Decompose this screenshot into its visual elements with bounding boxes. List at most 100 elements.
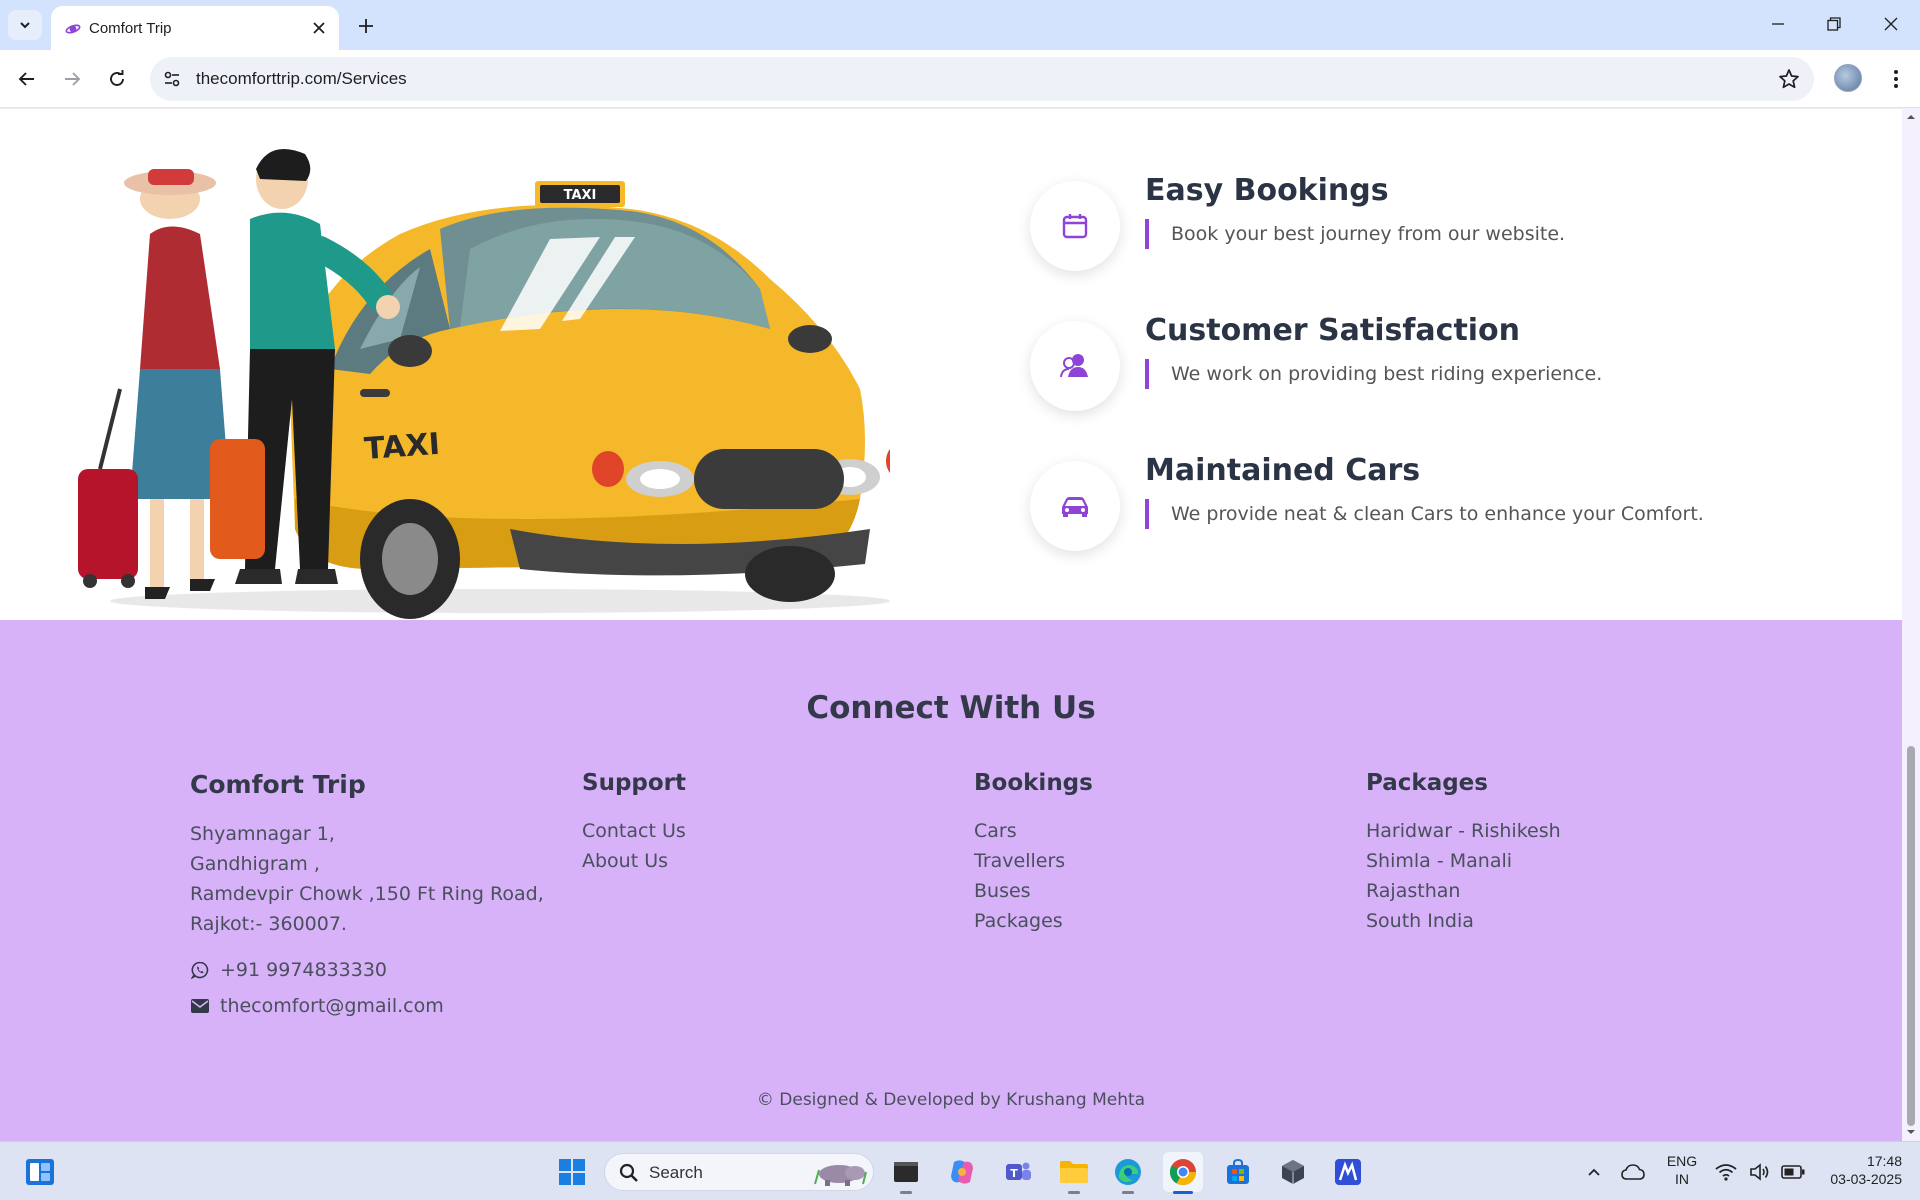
phone-number: +91 9974833330	[220, 959, 388, 981]
footer-link-buses[interactable]: Buses	[974, 876, 1093, 906]
calendar-icon	[1062, 214, 1088, 239]
email-row[interactable]: thecomfort@gmail.com	[190, 995, 544, 1017]
arrow-right-icon	[65, 72, 81, 86]
browser-toolbar: thecomforttrip.com/Services	[0, 50, 1920, 108]
close-window-button[interactable]	[1871, 8, 1911, 40]
scroll-down-arrow-icon[interactable]	[1906, 1127, 1916, 1137]
footer-brand-name: Comfort Trip	[190, 770, 366, 799]
woman-figure	[78, 169, 230, 599]
search-label: Search	[649, 1163, 703, 1182]
scroll-up-arrow-icon[interactable]	[1906, 112, 1916, 122]
edge-icon	[1115, 1159, 1141, 1185]
footer-link-travellers[interactable]: Travellers	[974, 846, 1093, 876]
footer-link-cars[interactable]: Cars	[974, 816, 1093, 846]
cube-app-icon	[1282, 1160, 1304, 1184]
footer-link-south-india[interactable]: South India	[1366, 906, 1561, 936]
taskbar-teams[interactable]: T	[998, 1152, 1038, 1192]
feature-maintained-cars: Maintained Cars We provide neat & clean …	[1030, 453, 1830, 581]
taskbar-search[interactable]: Search	[604, 1153, 874, 1191]
forward-button[interactable]	[56, 63, 88, 95]
site-info-icon[interactable]	[162, 69, 182, 93]
back-button[interactable]	[11, 63, 43, 95]
whatsapp-icon	[190, 960, 210, 980]
address-line: Rajkot:- 360007.	[190, 913, 347, 935]
taskbar-store[interactable]	[1218, 1152, 1258, 1192]
phone-row[interactable]: +91 9974833330	[190, 959, 544, 981]
taskbar-chrome[interactable]	[1163, 1152, 1203, 1194]
footer-support-heading: Support	[582, 770, 687, 796]
footer: Connect With Us Comfort Trip Shyamnagar …	[0, 620, 1902, 1141]
page-scrollbar[interactable]	[1902, 108, 1920, 1141]
restore-button[interactable]	[1814, 8, 1854, 40]
clock-date: 03-03-2025	[1830, 1171, 1902, 1187]
bookmark-star-icon[interactable]	[1778, 68, 1800, 94]
minimize-button[interactable]	[1758, 8, 1798, 40]
footer-title: Connect With Us	[806, 690, 1096, 726]
footer-bookings-heading: Bookings	[974, 770, 1093, 796]
url-text[interactable]: thecomforttrip.com/Services	[196, 69, 407, 89]
scrollbar-thumb[interactable]	[1907, 746, 1915, 1126]
windows-taskbar: Search T ENG IN 17:48 03-03-2025	[0, 1141, 1920, 1200]
taskbar-file-explorer[interactable]	[1054, 1152, 1094, 1194]
feature-icon-circle	[1030, 321, 1120, 411]
start-button[interactable]	[552, 1152, 592, 1192]
close-icon	[1884, 17, 1898, 31]
footer-link-shimla-manali[interactable]: Shimla - Manali	[1366, 846, 1561, 876]
envelope-icon	[190, 996, 210, 1016]
terminal-icon	[894, 1162, 918, 1182]
new-tab-button[interactable]	[352, 12, 380, 40]
widgets-button[interactable]	[20, 1152, 60, 1192]
address-bar[interactable]: thecomforttrip.com/Services	[150, 57, 1814, 101]
tray-overflow-button[interactable]	[1574, 1152, 1614, 1192]
features-section: TAXI TAXI Easy Bookings Book your best j…	[0, 108, 1902, 620]
close-tab-icon[interactable]	[307, 16, 331, 40]
tab-search-button[interactable]	[8, 10, 42, 40]
footer-link-packages[interactable]: Packages	[974, 906, 1093, 936]
footer-link-rajasthan[interactable]: Rajasthan	[1366, 876, 1561, 906]
feature-description: We provide neat & clean Cars to enhance …	[1145, 499, 1704, 529]
plus-icon	[359, 19, 373, 33]
language-indicator[interactable]: ENG IN	[1660, 1152, 1704, 1188]
more-vertical-icon	[1894, 70, 1898, 88]
tray-onedrive[interactable]	[1613, 1152, 1653, 1192]
battery-icon	[1781, 1165, 1805, 1179]
language-code: ENG	[1666, 1153, 1698, 1169]
footer-link-haridwar-rishikesh[interactable]: Haridwar - Rishikesh	[1366, 816, 1561, 846]
footer-link-about-us[interactable]: About Us	[582, 846, 686, 876]
taskbar-terminal[interactable]	[886, 1152, 926, 1194]
clock[interactable]: 17:48 03-03-2025	[1812, 1152, 1902, 1188]
feature-title: Customer Satisfaction	[1145, 313, 1521, 348]
svg-text:T: T	[1010, 1167, 1018, 1180]
copilot-icon	[951, 1160, 973, 1184]
chrome-icon	[1169, 1159, 1197, 1186]
tab-comfort-trip[interactable]: Comfort Trip	[51, 6, 339, 50]
widgets-icon	[26, 1159, 54, 1185]
door-taxi-text: TAXI	[363, 427, 441, 467]
taskbar-app-m[interactable]	[1328, 1152, 1368, 1192]
reload-icon	[110, 70, 124, 86]
email-address: thecomfort@gmail.com	[220, 995, 444, 1017]
region-code: IN	[1675, 1171, 1689, 1187]
restore-icon	[1827, 17, 1841, 31]
address-line: Gandhigram ,	[190, 853, 320, 875]
taskbar-copilot[interactable]	[942, 1152, 982, 1192]
taxi-illustration: TAXI TAXI	[78, 149, 890, 619]
chevron-up-icon	[1588, 1168, 1600, 1176]
page-viewport: TAXI TAXI Easy Bookings Book your best j…	[0, 108, 1920, 1141]
profile-avatar[interactable]	[1834, 64, 1862, 92]
folder-icon	[1060, 1161, 1088, 1183]
hippo-icon	[814, 1165, 867, 1186]
tray-quick-settings[interactable]	[1707, 1152, 1817, 1192]
address-line: Ramdevpir Chowk ,150 Ft Ring Road,	[190, 883, 544, 905]
footer-link-contact-us[interactable]: Contact Us	[582, 816, 686, 846]
address-line: Shyamnagar 1,	[190, 823, 335, 845]
taskbar-edge[interactable]	[1108, 1152, 1148, 1194]
taskbar-app-cube[interactable]	[1273, 1152, 1313, 1192]
m-app-icon	[1335, 1159, 1361, 1185]
reload-button[interactable]	[101, 63, 133, 95]
wifi-icon	[1715, 1164, 1737, 1181]
feature-description: Book your best journey from our website.	[1145, 219, 1565, 249]
feature-customer-satisfaction: Customer Satisfaction We work on providi…	[1030, 313, 1830, 441]
copyright-text: © Designed & Developed by Krushang Mehta	[756, 1090, 1146, 1110]
browser-menu-button[interactable]	[1880, 63, 1912, 95]
